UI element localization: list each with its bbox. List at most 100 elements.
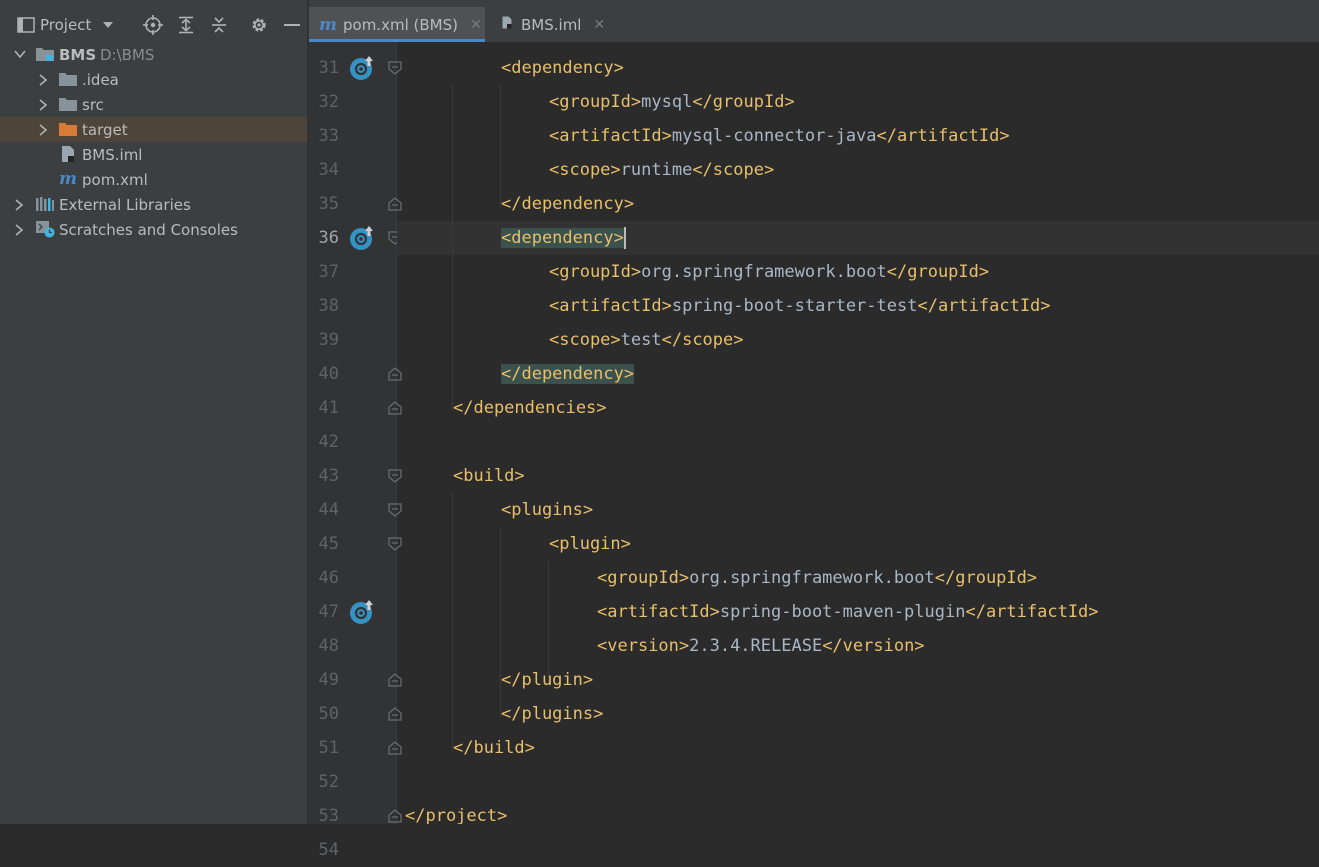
xml-tag: <scope> (549, 160, 621, 180)
chevron-right-icon[interactable] (38, 74, 48, 86)
code-line[interactable]: <artifactId>spring-boot-starter-test</ar… (397, 289, 1319, 323)
xml-tag: </plugins> (501, 704, 604, 724)
code-line[interactable]: <groupId>org.springframework.boot</group… (397, 561, 1319, 595)
tree-item-scratches-and-consoles[interactable]: Scratches and Consoles (0, 217, 307, 242)
tab-bms-iml[interactable]: BMS.iml ✕ (495, 7, 615, 42)
project-view-selector[interactable]: Project (40, 7, 91, 43)
module-folder-icon (35, 44, 55, 64)
minimize-icon[interactable] (280, 7, 304, 43)
xml-tag: <plugin> (549, 534, 631, 554)
xml-text: spring-boot-starter-test (671, 296, 918, 316)
xml-text: runtime (620, 160, 693, 180)
line-number: 39 (318, 330, 339, 350)
code-line[interactable]: </dependency> (397, 357, 1319, 391)
tree-item-label: External Libraries (59, 195, 191, 214)
tree-item-external-libraries[interactable]: External Libraries (0, 192, 307, 217)
line-number: 50 (318, 704, 339, 724)
line-number: 40 (318, 364, 339, 384)
tree-item-label: BMS (59, 45, 97, 64)
line-number: 36 (318, 228, 339, 248)
maven-file-icon: m (59, 169, 77, 189)
chevron-down-icon[interactable] (98, 7, 118, 43)
code-line[interactable]: </build> (397, 731, 1319, 765)
code-editor[interactable]: <dependency> <groupId>mysql</groupId> <art… (397, 42, 1319, 824)
code-line[interactable]: <version>2.3.4.RELEASE</version> (397, 629, 1319, 663)
code-line[interactable]: <artifactId>spring-boot-maven-plugin</ar… (397, 595, 1319, 629)
indent-guide (452, 85, 453, 411)
line-number: 47 (318, 602, 339, 622)
chevron-right-icon[interactable] (14, 224, 24, 236)
code-line[interactable]: <artifactId>mysql-connector-java</artifa… (397, 119, 1319, 153)
code-line[interactable]: </dependencies> (397, 391, 1319, 425)
line-number: 38 (318, 296, 339, 316)
tree-item-pom-xml[interactable]: m pom.xml (0, 167, 307, 192)
xml-tag: <version> (597, 636, 690, 656)
line-number: 43 (318, 466, 339, 486)
line-number: 37 (318, 262, 339, 282)
tree-item-target[interactable]: target (0, 117, 307, 142)
code-line[interactable]: <build> (397, 459, 1319, 493)
tree-item-label: BMS.iml (82, 145, 143, 164)
text-caret (623, 227, 626, 249)
xml-tag: </build> (453, 738, 535, 758)
code-line[interactable] (397, 765, 1319, 799)
xml-tag: <artifactId> (549, 126, 672, 146)
maven-marker-icon[interactable] (348, 598, 376, 626)
locate-file-icon[interactable] (140, 7, 166, 43)
code-line[interactable]: </plugins> (397, 697, 1319, 731)
xml-text: org.springframework.boot (689, 568, 935, 588)
xml-tag: <groupId> (597, 568, 690, 588)
code-line[interactable] (397, 425, 1319, 459)
libraries-icon (35, 194, 55, 214)
line-number: 51 (318, 738, 339, 758)
line-number: 45 (318, 534, 339, 554)
code-line[interactable]: </project> (397, 799, 1319, 824)
line-number: 44 (318, 500, 339, 520)
folder-icon (58, 94, 78, 114)
code-line[interactable]: <plugin> (397, 527, 1319, 561)
maven-marker-icon[interactable] (348, 224, 376, 252)
code-line[interactable]: <dependency> (397, 51, 1319, 85)
chevron-down-icon[interactable] (14, 49, 26, 59)
xml-tag: <artifactId> (549, 296, 672, 316)
indent-guide (500, 527, 501, 717)
code-line[interactable]: </dependency> (397, 187, 1319, 221)
expand-all-icon[interactable] (173, 7, 199, 43)
tree-item-idea[interactable]: .idea (0, 67, 307, 92)
xml-tag: </artifactId> (876, 126, 1010, 146)
iml-file-icon (58, 144, 78, 164)
xml-tag: </version> (822, 636, 925, 656)
code-line[interactable]: <dependency> (397, 221, 1319, 255)
code-line[interactable]: <scope>test</scope> (397, 323, 1319, 357)
tree-item-src[interactable]: src (0, 92, 307, 117)
indent-guide (452, 493, 453, 751)
close-icon[interactable]: ✕ (593, 17, 605, 33)
tree-item-label: Scratches and Consoles (59, 220, 238, 239)
tree-item-bms[interactable]: BMS D:\BMS (0, 42, 307, 67)
tab-label: BMS.iml (521, 15, 582, 34)
code-line[interactable]: <plugins> (397, 493, 1319, 527)
tab-pom-xml[interactable]: m pom.xml (BMS) ✕ (309, 7, 485, 42)
collapse-all-icon[interactable] (206, 7, 232, 43)
gear-icon[interactable] (246, 7, 272, 43)
tree-item-label: .idea (82, 70, 119, 89)
code-line[interactable]: <groupId>org.springframework.boot</group… (397, 255, 1319, 289)
xml-tag: <build> (453, 466, 525, 486)
project-view-icon[interactable] (14, 7, 38, 43)
xml-tag: </scope> (692, 160, 775, 180)
xml-tag: </dependency> (501, 364, 635, 384)
code-line[interactable]: <scope>runtime</scope> (397, 153, 1319, 187)
close-icon[interactable]: ✕ (470, 17, 482, 33)
xml-tag: <groupId> (549, 92, 642, 112)
maven-marker-icon[interactable] (348, 54, 376, 82)
xml-text: org.springframework.boot (641, 262, 887, 282)
tree-item-bms-iml[interactable]: BMS.iml (0, 142, 307, 167)
line-number: 52 (318, 772, 339, 792)
xml-tag: </artifactId> (965, 602, 1099, 622)
code-line[interactable]: </plugin> (397, 663, 1319, 697)
chevron-right-icon[interactable] (14, 199, 24, 211)
chevron-right-icon[interactable] (38, 124, 48, 136)
code-line[interactable]: <groupId>mysql</groupId> (397, 85, 1319, 119)
xml-tag: </groupId> (886, 262, 990, 282)
chevron-right-icon[interactable] (38, 99, 48, 111)
